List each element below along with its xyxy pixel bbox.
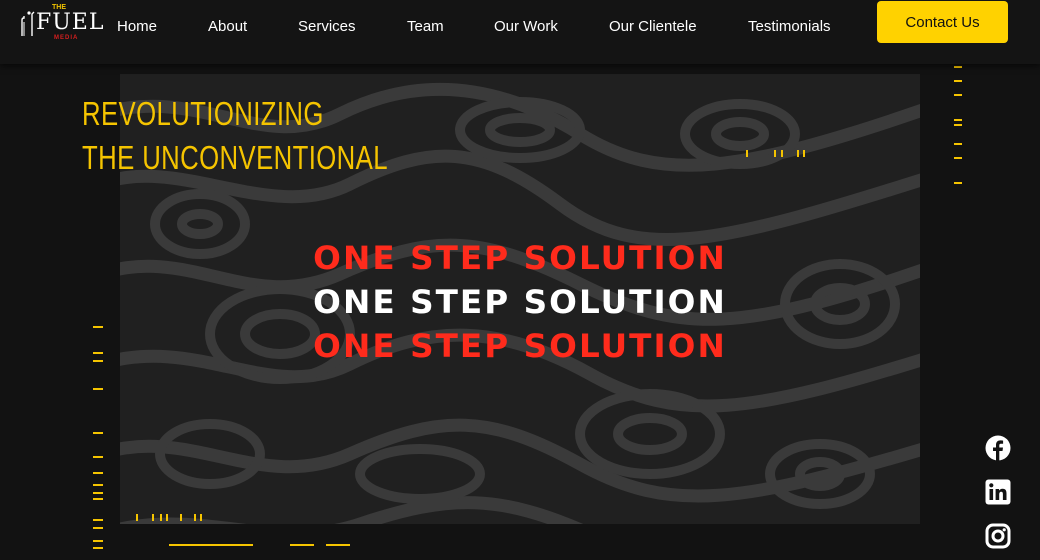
nav-services[interactable]: Services bbox=[298, 18, 356, 35]
decor-tick bbox=[136, 514, 138, 521]
decor-dash bbox=[93, 547, 103, 549]
fuel-pump-icon bbox=[21, 11, 35, 36]
nav-about[interactable]: About bbox=[208, 18, 247, 35]
decor-dash bbox=[954, 124, 962, 126]
decor-tick bbox=[160, 514, 162, 521]
decor-dash bbox=[954, 80, 962, 82]
nav-team[interactable]: Team bbox=[407, 18, 444, 35]
instagram-icon[interactable] bbox=[985, 523, 1011, 549]
decor-dash bbox=[954, 66, 962, 68]
decor-dash bbox=[93, 498, 103, 500]
decor-tick bbox=[194, 514, 196, 521]
decor-tick bbox=[803, 150, 805, 157]
slogan-line-3: ONE STEP SOLUTION bbox=[313, 327, 727, 365]
decor-dash bbox=[93, 484, 103, 486]
decor-tick bbox=[200, 514, 202, 521]
decor-tick bbox=[166, 514, 168, 521]
decor-dash bbox=[954, 94, 962, 96]
linkedin-icon[interactable] bbox=[985, 479, 1011, 505]
logo-text-media: MEDIA bbox=[54, 35, 79, 41]
slogan-stack: ONE STEP SOLUTION ONE STEP SOLUTION ONE … bbox=[120, 236, 920, 368]
decor-dash bbox=[93, 540, 103, 542]
decor-dash bbox=[93, 519, 103, 521]
decor-dash bbox=[93, 456, 103, 458]
decor-line bbox=[290, 544, 314, 546]
slogan-line-2: ONE STEP SOLUTION bbox=[313, 283, 727, 321]
decor-dash bbox=[93, 527, 103, 529]
decor-dash bbox=[93, 432, 103, 434]
slogan-line-1: ONE STEP SOLUTION bbox=[313, 239, 727, 277]
decor-tick bbox=[797, 150, 799, 157]
decor-dash bbox=[954, 143, 962, 145]
decor-tick bbox=[774, 150, 776, 157]
hero-headline: REVOLUTIONIZING THE UNCONVENTIONAL bbox=[82, 92, 474, 180]
nav-our-work[interactable]: Our Work bbox=[494, 18, 558, 35]
decor-dash bbox=[93, 492, 103, 494]
nav-testimonials[interactable]: Testimonials bbox=[748, 18, 831, 35]
decor-dash bbox=[93, 326, 103, 328]
decor-tick bbox=[746, 150, 748, 157]
brand-logo[interactable]: THE FUEL MEDIA bbox=[14, 4, 103, 44]
site-header: THE FUEL MEDIA Home About Services Team … bbox=[0, 0, 1040, 64]
decor-dash bbox=[93, 388, 103, 390]
nav-home[interactable]: Home bbox=[117, 18, 157, 35]
logo-text-fuel: FUEL bbox=[36, 10, 105, 35]
decor-line bbox=[169, 544, 253, 546]
decor-tick bbox=[180, 514, 182, 521]
decor-dash bbox=[93, 352, 103, 354]
decor-dash bbox=[954, 157, 962, 159]
headline-line-1: REVOLUTIONIZING bbox=[82, 95, 324, 132]
decor-dash bbox=[93, 360, 103, 362]
decor-dash bbox=[954, 182, 962, 184]
decor-dash bbox=[93, 472, 103, 474]
decor-dash bbox=[954, 119, 962, 121]
decor-tick bbox=[152, 514, 154, 521]
decor-line bbox=[326, 544, 350, 546]
nav-our-clientele[interactable]: Our Clientele bbox=[609, 18, 697, 35]
facebook-icon[interactable] bbox=[985, 435, 1011, 461]
decor-tick bbox=[781, 150, 783, 157]
headline-line-2: THE UNCONVENTIONAL bbox=[82, 139, 388, 176]
contact-us-button[interactable]: Contact Us bbox=[877, 1, 1008, 43]
